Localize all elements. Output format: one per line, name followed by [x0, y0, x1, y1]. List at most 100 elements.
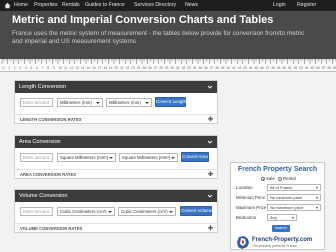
chevron-down-icon	[316, 207, 318, 209]
chevron-down-icon	[96, 102, 100, 104]
nav-register[interactable]: Register	[297, 0, 316, 11]
min-price-value: No minimum price	[270, 195, 303, 200]
ruler-label: 48	[271, 66, 275, 70]
location-value: All of France	[270, 185, 293, 190]
sale-radio[interactable]	[261, 177, 265, 181]
rental-label: Rental	[283, 176, 296, 181]
ruler-label: 57	[322, 66, 326, 70]
page-description: France uses the metric system of measure…	[12, 30, 305, 45]
collapse-icon[interactable]	[207, 139, 213, 145]
ruler-label: 52	[294, 66, 298, 70]
length-to-select[interactable]: Millimeters (mm)	[106, 98, 152, 107]
ruler-label: 14	[81, 66, 85, 70]
sale-label: Sale	[266, 176, 275, 181]
ruler-label: 28	[159, 66, 163, 70]
volume-rates-label: VOLUME CONVERSION RATES	[20, 226, 83, 231]
ruler-label: 19	[109, 66, 113, 70]
length-from-value: Millimeters (mm)	[60, 100, 92, 105]
plus-icon[interactable]: ✚	[208, 225, 213, 233]
convert-length-button[interactable]: Convert Length	[155, 97, 186, 107]
hero-banner: Metric and Imperial Conversion Charts an…	[0, 11, 336, 59]
nav-services-directory[interactable]: Services Directory	[134, 0, 176, 11]
area-to-select[interactable]: Square Millimeters (mm²)	[119, 153, 178, 162]
nav-news[interactable]: News	[185, 0, 198, 11]
area-conversion-panel: Area Conversion Enter amount Square Mill…	[14, 135, 218, 179]
max-price-select[interactable]: No maximum price	[267, 204, 321, 211]
nav-home[interactable]: Home	[14, 0, 28, 11]
nav-properties[interactable]: Properties	[34, 0, 58, 11]
chevron-down-icon	[108, 211, 112, 213]
ruler-label: 11	[64, 66, 68, 70]
volume-to-value: Cubic Centimeters (cm³)	[121, 209, 168, 214]
length-panel-header[interactable]: Length Conversion	[15, 81, 217, 93]
chevron-down-icon	[316, 197, 318, 199]
plus-icon[interactable]: ✚	[208, 116, 213, 124]
ruler-label: 3	[19, 66, 21, 70]
ruler-graphic: 0 1 2 3 4 5 6 7 8 9 10 11 12 13 14 15 16 17 18 19 20 21 22 23 24…	[1, 59, 336, 70]
location-label: Location	[236, 185, 253, 190]
ruler-strip: 0 1 2 3 4 5 6 7 8 9 10 11 12 13 14 15 16 17 18 19 20 21 22 23 24…	[0, 59, 336, 72]
page-title: Metric and Imperial Conversion Charts an…	[12, 14, 274, 26]
length-to-value: Millimeters (mm)	[109, 100, 141, 105]
volume-panel-header[interactable]: Volume Conversion	[15, 190, 217, 202]
bedrooms-value: Any	[270, 215, 277, 220]
volume-amount-input[interactable]: Enter amount	[20, 207, 53, 216]
area-from-select[interactable]: Square Millimeters (mm²)	[57, 153, 116, 162]
length-rates-label: LENGTH CONVERSION RATES	[20, 117, 82, 122]
length-panel-title: Length Conversion	[19, 84, 66, 90]
ruler-label: 55	[311, 66, 315, 70]
ruler-label: 35	[199, 66, 203, 70]
french-property-logo[interactable]: French-Property.com The property portal …	[236, 236, 322, 249]
ruler-label: 31	[176, 66, 180, 70]
ruler-label: 27	[154, 66, 158, 70]
ruler-label: 22	[126, 66, 130, 70]
min-price-select[interactable]: No minimum price	[267, 194, 321, 201]
volume-to-select[interactable]: Cubic Centimeters (cm³)	[118, 207, 176, 216]
ruler-label: 51	[288, 66, 292, 70]
length-amount-input[interactable]: Enter amount	[20, 98, 53, 107]
rental-radio[interactable]	[278, 177, 282, 181]
area-panel-header[interactable]: Area Conversion	[15, 136, 217, 148]
ruler-label: 44	[249, 66, 253, 70]
nav-login[interactable]: Login	[273, 0, 286, 11]
nav-rentals[interactable]: Rentals	[62, 0, 80, 11]
area-rates-row[interactable]: AREA CONVERSION RATES ✚	[15, 169, 217, 179]
ruler-label: 25	[143, 66, 147, 70]
ruler-label: 42	[238, 66, 242, 70]
area-amount-input[interactable]: Enter amount	[20, 153, 53, 162]
convert-area-button[interactable]: Convert Area	[181, 152, 209, 162]
bedrooms-select[interactable]: Any	[267, 214, 297, 221]
nav-guides-to-france[interactable]: Guides to France	[85, 0, 125, 11]
ruler-label: 21	[120, 66, 124, 70]
location-select[interactable]: All of France	[267, 184, 321, 191]
min-price-label: Minimum Price	[236, 195, 266, 200]
ruler-label: 39	[221, 66, 225, 70]
ruler-label: 33	[187, 66, 191, 70]
chevron-down-icon	[171, 157, 175, 159]
ruler-label: 26	[148, 66, 152, 70]
volume-rates-row[interactable]: VOLUME CONVERSION RATES ✚	[15, 223, 217, 233]
ruler-label: 2	[14, 66, 16, 70]
home-icon[interactable]	[4, 2, 11, 9]
area-rates-label: AREA CONVERSION RATES	[20, 172, 77, 177]
search-button[interactable]: search	[272, 225, 290, 232]
length-rates-row[interactable]: LENGTH CONVERSION RATES ✚	[15, 114, 217, 124]
ruler-label: 17	[98, 66, 102, 70]
collapse-icon[interactable]	[207, 84, 213, 90]
ruler-label: 30	[171, 66, 175, 70]
convert-volume-button[interactable]: Convert Volume	[180, 206, 212, 216]
volume-panel-title: Volume Conversion	[19, 193, 68, 199]
ruler-label: 29	[165, 66, 169, 70]
plus-icon[interactable]: ✚	[208, 171, 213, 179]
french-property-search-widget: French Property Search Sale Rental Locat…	[230, 162, 325, 250]
ruler-label: 7	[42, 66, 44, 70]
collapse-icon[interactable]	[207, 193, 213, 199]
ruler-label: 32	[182, 66, 186, 70]
ruler-label: 36	[204, 66, 208, 70]
chevron-down-icon	[169, 211, 173, 213]
max-price-label: Maximum Price	[236, 205, 267, 210]
volume-from-select[interactable]: Cubic Centimeters (cm³)	[57, 207, 115, 216]
ruler-label: 46	[260, 66, 264, 70]
ruler-label: 15	[87, 66, 91, 70]
length-from-select[interactable]: Millimeters (mm)	[57, 98, 103, 107]
